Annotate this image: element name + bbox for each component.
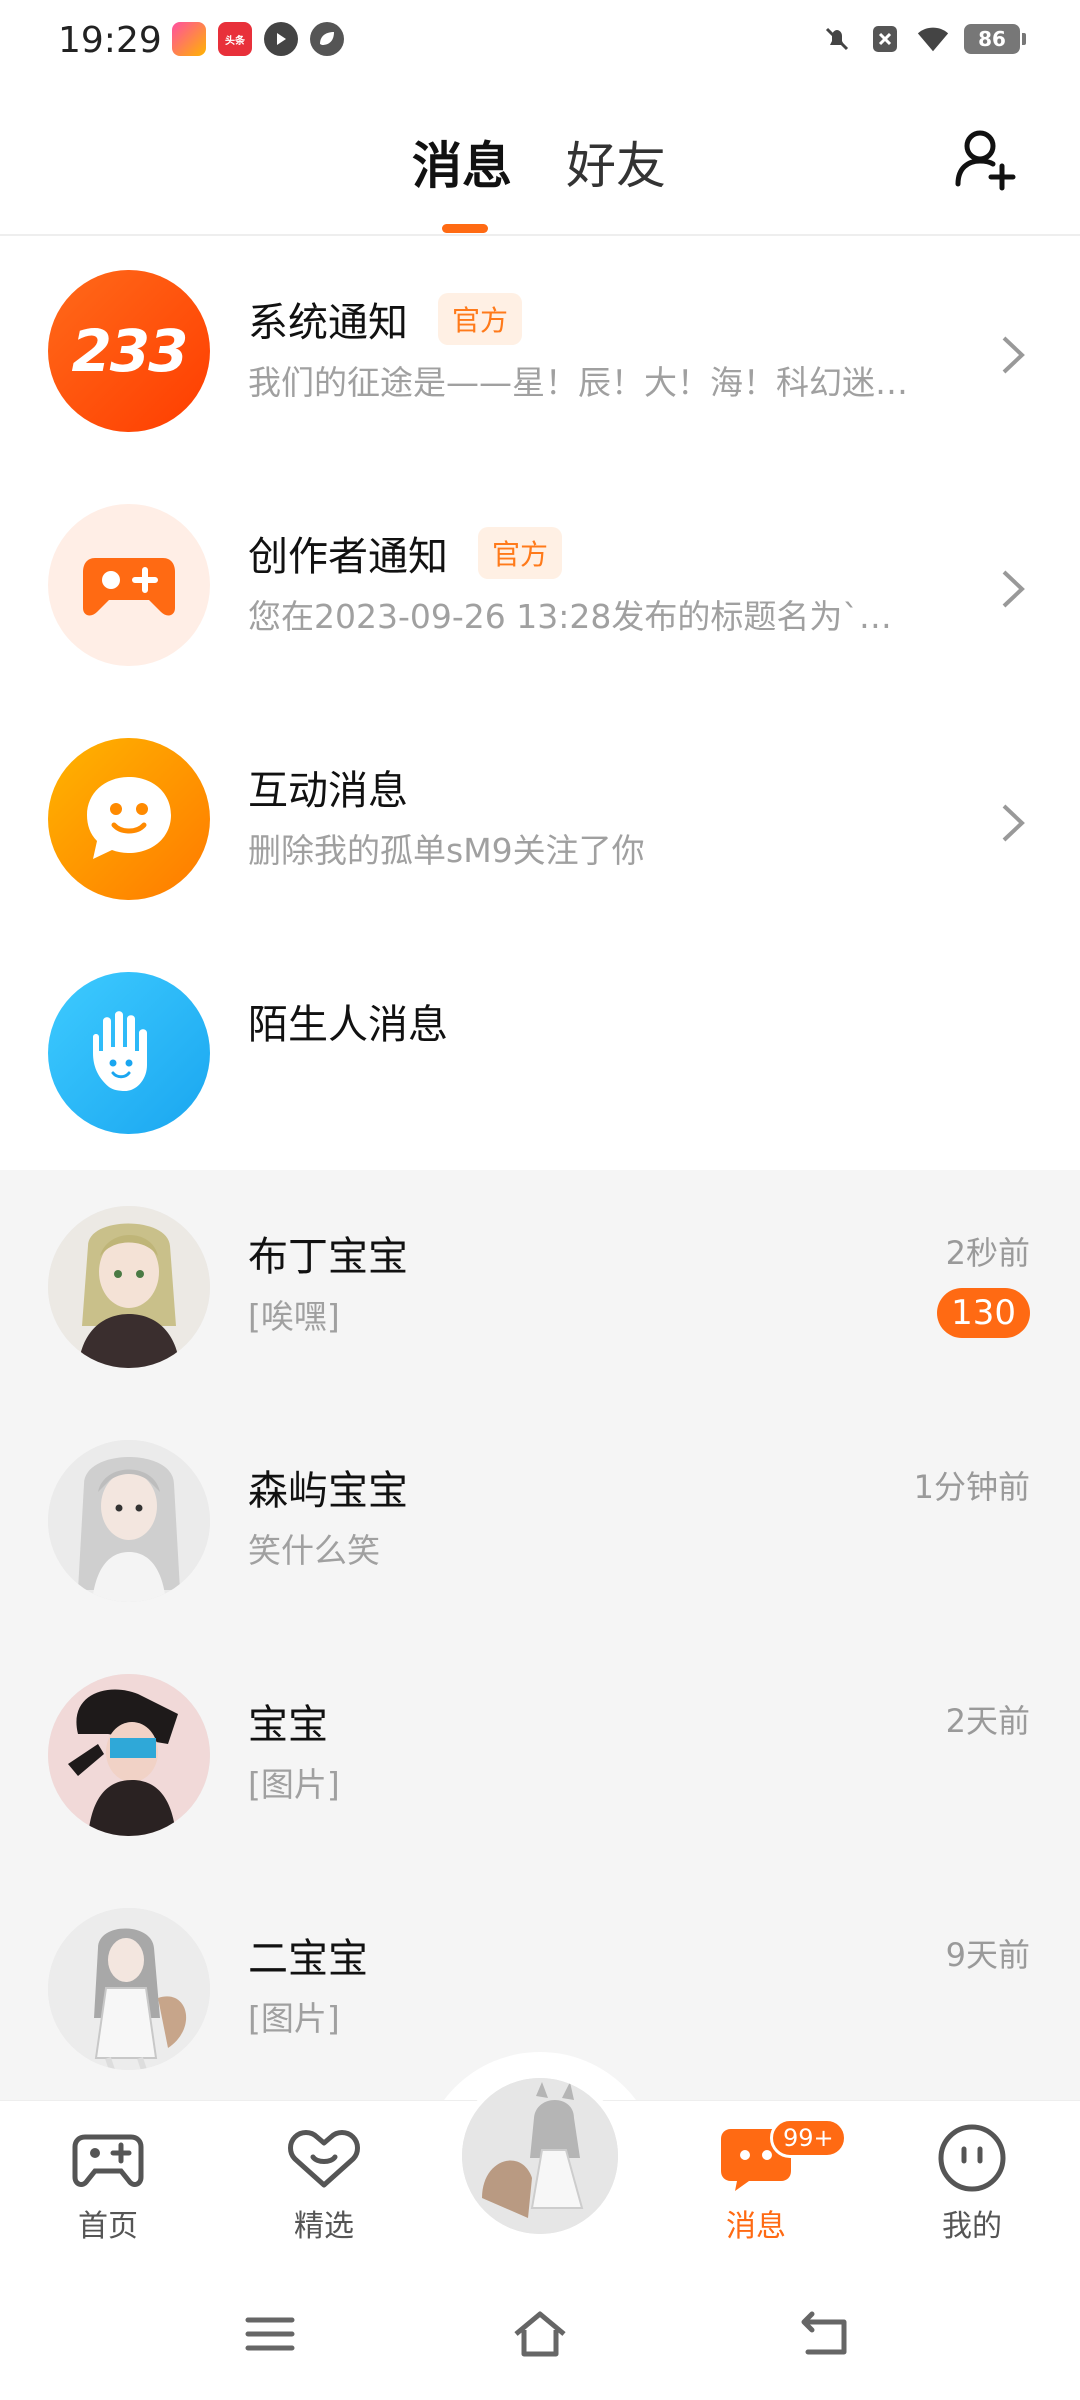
chat-name: 森屿宝宝 — [248, 1468, 408, 1514]
gamepad-nav-icon — [72, 2134, 144, 2187]
add-friend-icon[interactable] — [950, 124, 1020, 194]
chat-preview: [图片] — [248, 1999, 340, 2038]
chat-time: 2天前 — [945, 1702, 1030, 1740]
chat-time: 2秒前 — [945, 1234, 1030, 1272]
system-notice-preview: 我们的征途是——星！辰！大！海！科幻迷… — [248, 363, 908, 402]
stranger-message-row[interactable]: 陌生人消息 — [0, 940, 1080, 1174]
chat-time: 9天前 — [945, 1936, 1030, 1974]
top-header: 消息 好友 — [0, 84, 1080, 236]
tab-friends[interactable]: 好友 — [566, 126, 666, 198]
system-notice-title: 系统通知 — [248, 300, 408, 346]
chat-row[interactable]: 森屿宝宝 笑什么笑 1分钟前 — [0, 1404, 1080, 1638]
chat-name: 布丁宝宝 — [248, 1234, 408, 1280]
menu-icon[interactable] — [240, 2304, 300, 2364]
mute-icon — [820, 22, 854, 56]
leaf-icon — [310, 22, 344, 56]
unread-count-badge: 130 — [937, 1288, 1030, 1338]
chat-preview: 笑什么笑 — [248, 1531, 380, 1570]
status-time: 19:29 — [58, 20, 162, 61]
row-title-wrap: 系统通知 官方 — [248, 290, 523, 348]
chat-preview: [图片] — [248, 1765, 340, 1804]
official-badge: 官方 — [438, 293, 523, 345]
nav-label: 精选 — [294, 2209, 354, 2244]
app-icon-1 — [172, 22, 206, 56]
battery-indicator: 86 — [964, 24, 1026, 54]
active-tab-indicator — [442, 224, 488, 233]
interaction-message-preview: 删除我的孤单sM9关注了你 — [248, 831, 645, 870]
chevron-right-icon — [1002, 804, 1025, 842]
nav-label: 消息 — [726, 2209, 786, 2244]
face-icon — [938, 2124, 1006, 2192]
stranger-message-title: 陌生人消息 — [248, 1002, 448, 1048]
chat-list: 布丁宝宝 [唉嘿] 2秒前 130 森屿宝宝 笑什么笑 1分钟前 宝宝 [图片]… — [0, 1170, 1080, 2100]
home-icon[interactable] — [510, 2304, 570, 2364]
message-count-badge: 99+ — [770, 2118, 847, 2158]
system-notice-row[interactable]: 233 系统通知 官方 我们的征途是——星！辰！大！海！科幻迷… — [0, 238, 1080, 472]
toutiao-icon: 头条 — [218, 22, 252, 56]
tab-messages[interactable]: 消息 — [412, 126, 512, 198]
chat-time: 1分钟前 — [913, 1468, 1030, 1506]
avatar — [48, 1674, 210, 1836]
row-title-wrap: 创作者通知 官方 — [248, 524, 563, 582]
heart-box-icon — [288, 2130, 360, 2188]
status-bar: 19:29 头条 86 — [0, 0, 1080, 84]
nav-mine[interactable]: 我的 — [892, 2121, 1052, 2245]
gamepad-icon — [48, 504, 210, 666]
nav-label: 首页 — [78, 2209, 138, 2244]
chat-row[interactable]: 布丁宝宝 [唉嘿] 2秒前 130 — [0, 1170, 1080, 1404]
233-logo-text: 233 — [71, 317, 188, 385]
avatar — [48, 1440, 210, 1602]
chevron-right-icon — [1002, 570, 1025, 608]
chat-row[interactable]: 宝宝 [图片] 2天前 — [0, 1638, 1080, 1872]
avatar — [48, 1908, 210, 2070]
creator-notice-preview: 您在2023-09-26 13:28发布的标题名为`… — [248, 597, 892, 636]
chat-smile-icon — [48, 738, 210, 900]
chat-name: 宝宝 — [248, 1702, 328, 1748]
wifi-icon — [916, 22, 950, 56]
status-right: 86 — [820, 22, 1026, 56]
system-nav-bar — [0, 2270, 1080, 2400]
system-notification-list: 233 系统通知 官方 我们的征途是——星！辰！大！海！科幻迷… 创作者通知 官… — [0, 238, 1080, 1174]
chat-name: 二宝宝 — [248, 1936, 368, 1982]
233-logo: 233 — [48, 270, 210, 432]
toutiao-label: 头条 — [225, 35, 245, 47]
status-app-icons: 头条 — [172, 22, 344, 56]
official-badge: 官方 — [478, 527, 563, 579]
nav-center-avatar[interactable] — [456, 2072, 624, 2240]
nav-featured[interactable]: 精选 — [244, 2121, 404, 2245]
row-title-wrap: 互动消息 — [248, 758, 408, 816]
nav-label: 我的 — [942, 2209, 1002, 2244]
chat-preview: [唉嘿] — [248, 1297, 340, 1336]
interaction-message-row[interactable]: 互动消息 删除我的孤单sM9关注了你 — [0, 706, 1080, 940]
avatar — [48, 1206, 210, 1368]
row-title-wrap: 陌生人消息 — [248, 992, 448, 1050]
creator-notice-title: 创作者通知 — [248, 534, 448, 580]
nav-home[interactable]: 首页 — [28, 2121, 188, 2245]
chevron-right-icon — [1002, 336, 1025, 374]
creator-notice-row[interactable]: 创作者通知 官方 您在2023-09-26 13:28发布的标题名为`… — [0, 472, 1080, 706]
back-icon[interactable] — [796, 2304, 856, 2364]
interaction-message-title: 互动消息 — [248, 768, 408, 814]
close-box-icon — [868, 22, 902, 56]
hand-wave-icon — [48, 972, 210, 1134]
play-icon — [264, 22, 298, 56]
